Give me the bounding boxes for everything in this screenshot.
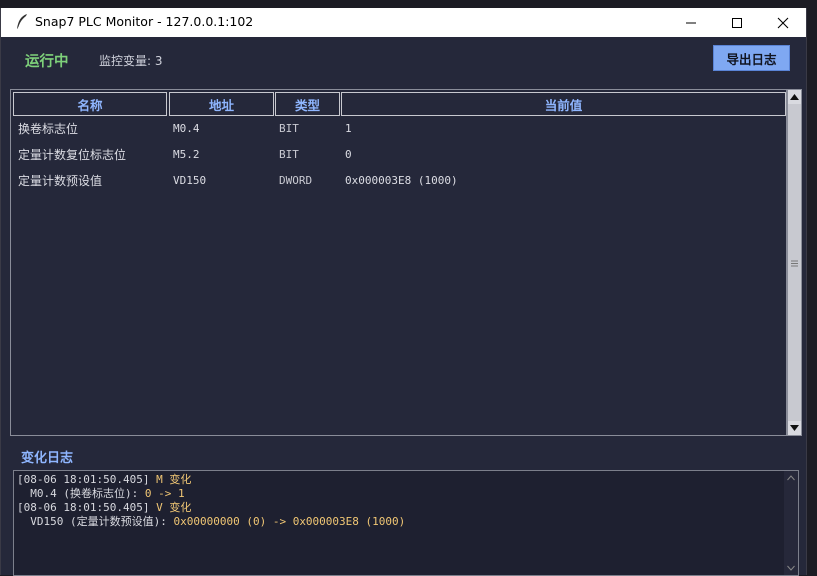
column-header-type[interactable]: 类型 [275,92,340,116]
log-line: [08-06 18:01:50.405] V 变化 [17,501,192,514]
close-button[interactable] [760,8,806,37]
cell-type: BIT [279,122,299,135]
scroll-down-arrow-icon[interactable] [788,421,801,435]
log-line: M0.4 (换卷标志位): 0 -> 1 [17,487,185,500]
table-row[interactable]: 定量计数复位标志位 M5.2 BIT 0 [13,142,785,168]
window-title: Snap7 PLC Monitor - 127.0.0.1:102 [35,14,254,29]
log-scrollbar[interactable] [784,471,798,575]
log-line: [08-06 18:01:50.405] M 变化 [17,473,192,486]
maximize-icon [732,17,742,28]
table-row[interactable]: 定量计数预设值 VD150 DWORD 0x000003E8 (1000) [13,168,785,194]
chevron-down-icon[interactable] [787,565,795,571]
column-header-value[interactable]: 当前值 [341,92,786,116]
cell-type: BIT [279,148,299,161]
log-line: VD150 (定量计数预设值): 0x00000000 (0) -> 0x000… [17,515,406,528]
monitored-var-count: 监控变量: 3 [99,54,163,68]
table-row[interactable]: 换卷标志位 M0.4 BIT 1 [13,116,785,142]
close-icon [777,17,789,28]
scrollbar-thumb[interactable] [788,104,801,421]
app-window: Snap7 PLC Monitor - 127.0.0.1:102 运行中 监控… [0,8,807,576]
change-log-textbox[interactable]: [08-06 18:01:50.405] M 变化 M0.4 (换卷标志位): … [13,470,799,576]
log-content: [08-06 18:01:50.405] M 变化 M0.4 (换卷标志位): … [17,473,405,529]
chevron-up-icon[interactable] [787,475,795,481]
feather-icon [15,13,29,31]
column-header-address[interactable]: 地址 [169,92,274,116]
minimize-button[interactable] [668,8,714,37]
title-bar[interactable]: Snap7 PLC Monitor - 127.0.0.1:102 [1,8,806,37]
cell-name: 定量计数预设值 [18,174,103,188]
grip-icon [791,260,798,267]
cell-address: VD150 [173,174,207,187]
cell-address: M5.2 [173,148,200,161]
cell-value: 1 [345,122,352,135]
change-log-title: 变化日志 [21,451,74,466]
minimize-icon [686,22,696,23]
maximize-button[interactable] [714,8,760,37]
scroll-up-arrow-icon[interactable] [788,90,801,104]
status-bar: 运行中 监控变量: 3 导出日志 [1,37,806,81]
running-status: 运行中 [25,54,69,70]
cell-address: M0.4 [173,122,200,135]
table-scrollbar[interactable] [787,89,802,436]
variable-table[interactable]: 名称 地址 类型 当前值 换卷标志位 M0.4 BIT 1 定量计数复位标志位 … [10,89,787,436]
cell-value: 0x000003E8 (1000) [345,174,458,187]
cell-name: 定量计数复位标志位 [18,148,127,162]
export-log-button[interactable]: 导出日志 [713,45,790,71]
table-header: 名称 地址 类型 当前值 [13,92,786,116]
column-header-name[interactable]: 名称 [13,92,167,116]
cell-value: 0 [345,148,352,161]
cell-type: DWORD [279,174,313,187]
cell-name: 换卷标志位 [18,122,79,136]
